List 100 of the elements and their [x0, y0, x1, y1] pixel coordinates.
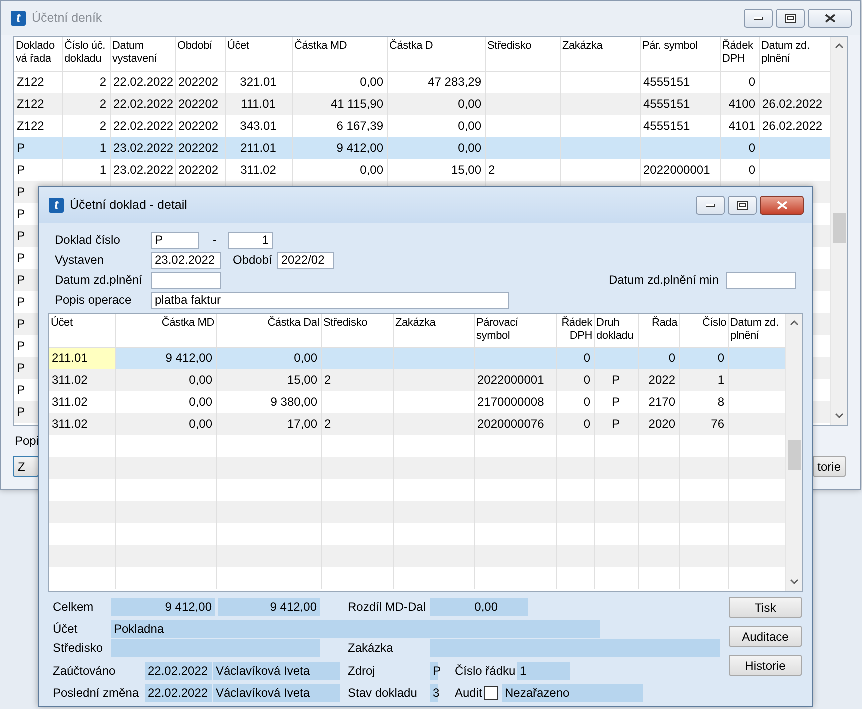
table-cell: 0 [638, 347, 679, 369]
table-cell: 311.02 [49, 369, 115, 391]
table-cell: 0,00 [387, 137, 485, 159]
field-label: Rozdíl MD-Dal [348, 599, 428, 616]
left-button[interactable]: Z [13, 456, 39, 477]
table-cell: 1 [679, 369, 728, 391]
readonly-field: Pokladna [111, 620, 600, 638]
table-cell: 2 [321, 369, 393, 391]
field-label: Zdroj [348, 663, 376, 680]
maximize-button[interactable] [776, 8, 805, 28]
scroll-up-icon[interactable] [790, 320, 799, 326]
close-button[interactable] [808, 8, 852, 28]
field-label: Popi [15, 433, 40, 450]
input-field[interactable]: 1 [228, 232, 273, 248]
column-header[interactable]: Zakázka [393, 314, 474, 347]
maximize-icon [737, 200, 748, 210]
table-cell: 211.01 [49, 347, 115, 369]
table-cell: 0 [679, 347, 728, 369]
table-cell: Z122 [14, 93, 62, 115]
readonly-field: 9 412,00 [111, 598, 215, 616]
column-header[interactable]: Částka Dal [216, 314, 321, 347]
input-field[interactable]: platba faktur [151, 292, 509, 308]
table-cell: 76 [679, 413, 728, 435]
maximize-button[interactable] [728, 196, 757, 214]
column-header[interactable]: Středisko [321, 314, 393, 347]
table-cell: 2022 [638, 369, 679, 391]
column-header[interactable]: Pár. symbol [640, 37, 720, 71]
input-field[interactable]: 2022/02 [277, 252, 334, 268]
table-cell: 2 [62, 93, 110, 115]
field-label: Číslo řádku [455, 663, 517, 680]
scroll-down-icon[interactable] [835, 413, 844, 419]
dialog-button[interactable]: Auditace [729, 626, 802, 647]
column-header[interactable]: Částka MD [115, 314, 216, 347]
scroll-thumb[interactable] [788, 440, 801, 470]
readonly-field: 1 [517, 662, 570, 680]
right-button[interactable]: torie [812, 456, 846, 477]
table-cell: 23.02.2022 [110, 137, 175, 159]
table-cell: 2020 [638, 413, 679, 435]
table-cell: 2022000001 [474, 369, 556, 391]
table-cell: 211.01 [225, 137, 292, 159]
input-field[interactable] [151, 272, 221, 288]
table-cell: 0 [556, 347, 594, 369]
readonly-field: 9 412,00 [218, 598, 320, 616]
column-header[interactable]: Číslo úč. dokladu [62, 37, 110, 71]
table-cell: 202202 [175, 93, 225, 115]
table-cell: P [594, 369, 638, 391]
table-cell: 15,00 [216, 369, 321, 391]
close-icon [824, 14, 836, 22]
table-cell: P [14, 137, 62, 159]
table-cell: 0,00 [216, 347, 321, 369]
table-cell: 9 412,00 [292, 137, 387, 159]
field-label: Zakázka [347, 640, 394, 656]
table-cell: 0 [556, 413, 594, 435]
column-header[interactable]: Účet [49, 314, 115, 347]
input-field[interactable] [726, 272, 796, 288]
readonly-field: 0,00 [430, 598, 528, 616]
scrollbar[interactable] [785, 314, 802, 591]
scroll-up-icon[interactable] [835, 43, 844, 49]
scroll-down-icon[interactable] [790, 579, 799, 585]
table-cell: 22.02.2022 [110, 93, 175, 115]
input-field[interactable]: 23.02.2022 [151, 252, 221, 268]
audit-checkbox[interactable] [484, 686, 498, 700]
table-cell: 26.02.2022 [759, 93, 832, 115]
input-field[interactable]: P [151, 232, 199, 248]
scroll-thumb[interactable] [833, 213, 846, 243]
column-header[interactable]: Druh dokladu [594, 314, 638, 347]
column-header[interactable]: Období [175, 37, 225, 71]
column-header[interactable]: Účet [225, 37, 292, 71]
readonly-field: 22.02.2022 [145, 662, 212, 680]
field-label: Účet [53, 621, 79, 638]
window-title: Účetní deník [32, 10, 102, 27]
field-label: Středisko [53, 640, 104, 656]
table-cell: 2020000076 [474, 413, 556, 435]
column-header[interactable]: Řada [638, 314, 679, 347]
column-header[interactable]: Řádek DPH [720, 37, 759, 71]
table-cell: 4100 [720, 93, 759, 115]
scrollbar[interactable] [830, 37, 847, 425]
dialog-button[interactable]: Historie [729, 655, 802, 676]
field-label: Období [233, 252, 272, 269]
table-cell: 0 [556, 369, 594, 391]
close-icon [776, 200, 788, 210]
column-header[interactable]: Zakázka [560, 37, 640, 71]
column-header[interactable]: Doklado vá řada [14, 37, 62, 71]
table-cell: 111.01 [225, 93, 292, 115]
readonly-field: Nezařazeno [502, 684, 643, 702]
dialog-button[interactable]: Tisk [729, 597, 802, 618]
column-header[interactable]: Párovací symbol [474, 314, 556, 347]
readonly-field: Václavíková Iveta [213, 684, 340, 702]
field-label: Datum zd.plnění min [608, 272, 719, 289]
column-header[interactable]: Částka D [387, 37, 485, 71]
separator-dash: - [213, 232, 217, 249]
column-header[interactable]: Datum vystavení [110, 37, 175, 71]
column-header[interactable]: Řádek DPH [556, 314, 594, 347]
column-header[interactable]: Částka MD [292, 37, 387, 71]
close-button[interactable] [760, 196, 804, 214]
readonly-field: Václavíková Iveta [213, 662, 340, 680]
column-header[interactable]: Číslo [679, 314, 728, 347]
field-label: Stav dokladu [348, 685, 418, 702]
app-logo: t [11, 10, 26, 26]
column-header[interactable]: Středisko [485, 37, 560, 71]
